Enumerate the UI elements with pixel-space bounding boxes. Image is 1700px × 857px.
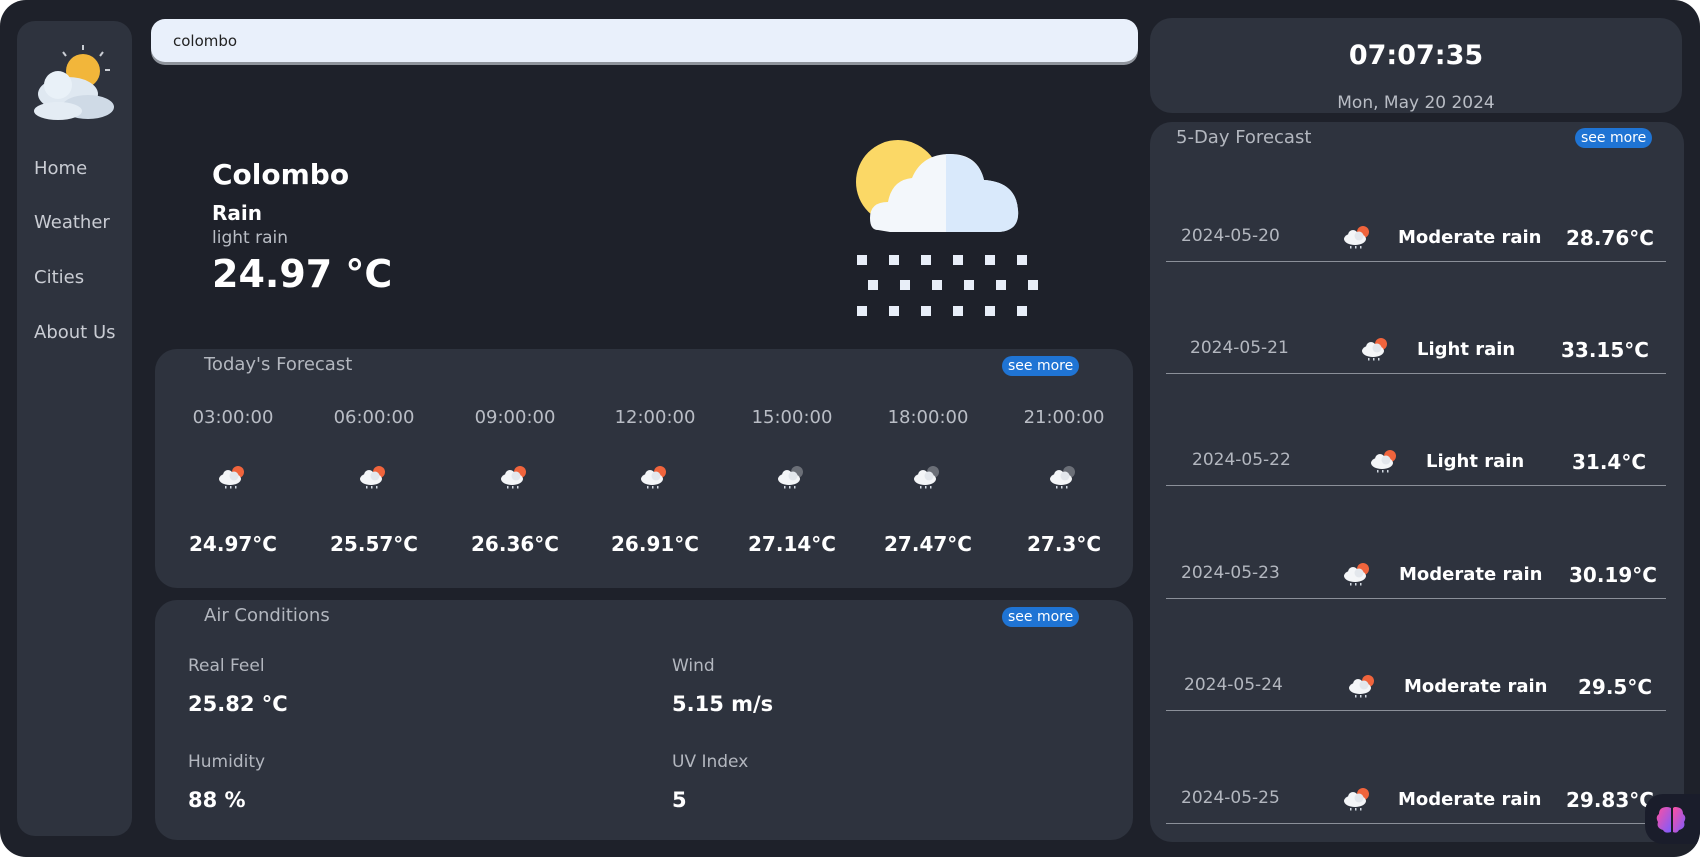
sidebar-item-about-us[interactable]: About Us bbox=[34, 322, 116, 343]
todays-forecast-title: Today's Forecast bbox=[204, 354, 353, 375]
five-day-forecast-see-more-button[interactable]: see more bbox=[1575, 128, 1653, 148]
forecast-date: 2024-05-23 bbox=[1181, 563, 1280, 583]
hour-time: 03:00:00 bbox=[192, 407, 274, 428]
rain-night-icon bbox=[1048, 464, 1080, 490]
city-name: Colombo bbox=[212, 158, 350, 191]
air-conditions-panel: Air Conditions see more Real Feel 25.82 … bbox=[155, 600, 1133, 840]
hour-temperature: 27.47°C bbox=[884, 532, 972, 556]
humidity-value: 88 % bbox=[188, 788, 246, 812]
rain-day-icon bbox=[1369, 448, 1401, 474]
sidebar-item-home[interactable]: Home bbox=[34, 158, 87, 179]
rain-night-icon bbox=[912, 464, 944, 490]
brain-icon bbox=[1656, 807, 1686, 833]
current-time: 07:07:35 bbox=[1348, 40, 1484, 71]
forecast-date: 2024-05-25 bbox=[1181, 788, 1280, 808]
air-conditions-see-more-button[interactable]: see more bbox=[1002, 607, 1080, 627]
wind-value: 5.15 m/s bbox=[672, 692, 774, 716]
forecast-description: Light rain bbox=[1417, 339, 1516, 360]
uv-index-value: 5 bbox=[672, 788, 687, 812]
hour-time: 15:00:00 bbox=[751, 407, 833, 428]
forecast-day-row: 2024-05-20 Moderate rain 28.76°C bbox=[1166, 150, 1666, 262]
real-feel-value: 25.82 °C bbox=[188, 692, 288, 716]
forecast-day-row: 2024-05-23 Moderate rain 30.19°C bbox=[1166, 487, 1666, 599]
forecast-date: 2024-05-21 bbox=[1190, 338, 1289, 358]
hour-temperature: 26.36°C bbox=[471, 532, 559, 556]
rain-day-icon bbox=[1342, 786, 1374, 812]
forecast-day-row: 2024-05-22 Light rain 31.4°C bbox=[1166, 374, 1666, 486]
rain-night-icon bbox=[776, 464, 808, 490]
search-input[interactable] bbox=[173, 31, 1138, 50]
rain-day-icon bbox=[1347, 673, 1379, 699]
app-logo-icon bbox=[34, 45, 114, 120]
hour-time: 12:00:00 bbox=[614, 407, 696, 428]
forecast-date: 2024-05-24 bbox=[1184, 675, 1283, 695]
hour-time: 18:00:00 bbox=[887, 407, 969, 428]
forecast-temperature: 28.76°C bbox=[1566, 226, 1654, 250]
forecast-temperature: 33.15°C bbox=[1561, 338, 1649, 362]
wind-label: Wind bbox=[672, 656, 715, 676]
forecast-temperature: 31.4°C bbox=[1572, 450, 1647, 474]
uv-index-label: UV Index bbox=[672, 752, 749, 772]
hour-time: 09:00:00 bbox=[474, 407, 556, 428]
hour-time: 06:00:00 bbox=[333, 407, 415, 428]
humidity-label: Humidity bbox=[188, 752, 266, 772]
forecast-temperature: 30.19°C bbox=[1569, 563, 1657, 587]
rain-day-icon bbox=[1342, 561, 1374, 587]
forecast-date: 2024-05-22 bbox=[1192, 450, 1291, 470]
rain-day-icon bbox=[217, 464, 249, 490]
sun-cloud-snow-icon bbox=[856, 140, 1038, 316]
forecast-day-row: 2024-05-25 Moderate rain 29.83°C bbox=[1166, 712, 1666, 824]
hour-temperature: 27.3°C bbox=[1026, 532, 1102, 556]
forecast-date: 2024-05-20 bbox=[1181, 226, 1280, 246]
hour-time: 21:00:00 bbox=[1023, 407, 1105, 428]
forecast-description: Moderate rain bbox=[1404, 676, 1548, 697]
real-feel-label: Real Feel bbox=[188, 656, 265, 676]
rain-day-icon bbox=[499, 464, 531, 490]
rain-day-icon bbox=[639, 464, 671, 490]
weather-app: Home Weather Cities About Us Colombo Rai… bbox=[0, 0, 1700, 857]
forecast-day-row: 2024-05-24 Moderate rain 29.5°C bbox=[1166, 599, 1666, 711]
weather-condition: Rain bbox=[212, 201, 262, 225]
forecast-temperature: 29.5°C bbox=[1578, 675, 1653, 699]
current-temperature: 24.97 °C bbox=[212, 252, 393, 296]
search-bar bbox=[151, 19, 1138, 62]
hour-temperature: 25.57°C bbox=[330, 532, 418, 556]
hour-temperature: 26.91°C bbox=[611, 532, 699, 556]
todays-forecast-panel: Today's Forecast see more 03:00:00 24.97… bbox=[155, 349, 1133, 588]
weather-description: light rain bbox=[212, 228, 288, 248]
forecast-description: Moderate rain bbox=[1399, 564, 1543, 585]
forecast-day-row: 2024-05-21 Light rain 33.15°C bbox=[1166, 262, 1666, 374]
forecast-description: Moderate rain bbox=[1398, 789, 1542, 810]
five-day-forecast-panel: 5-Day Forecast see more 2024-05-20 Moder… bbox=[1150, 122, 1684, 842]
sidebar: Home Weather Cities About Us bbox=[17, 21, 132, 836]
five-day-forecast-title: 5-Day Forecast bbox=[1176, 127, 1312, 148]
forecast-description: Moderate rain bbox=[1398, 227, 1542, 248]
hour-temperature: 27.14°C bbox=[748, 532, 836, 556]
hour-temperature: 24.97°C bbox=[189, 532, 277, 556]
clock-panel: 07:07:35 Mon, May 20 2024 bbox=[1150, 18, 1682, 113]
current-date: Mon, May 20 2024 bbox=[1337, 93, 1495, 113]
rain-day-icon bbox=[1360, 336, 1392, 362]
todays-forecast-see-more-button[interactable]: see more bbox=[1002, 356, 1080, 376]
forecast-temperature: 29.83°C bbox=[1566, 788, 1654, 812]
rain-day-icon bbox=[358, 464, 390, 490]
sidebar-item-weather[interactable]: Weather bbox=[34, 212, 110, 233]
forecast-description: Light rain bbox=[1426, 451, 1525, 472]
air-conditions-title: Air Conditions bbox=[204, 605, 330, 626]
sidebar-item-cities[interactable]: Cities bbox=[34, 267, 84, 288]
rain-day-icon bbox=[1342, 224, 1374, 250]
assistant-button[interactable] bbox=[1645, 794, 1700, 844]
